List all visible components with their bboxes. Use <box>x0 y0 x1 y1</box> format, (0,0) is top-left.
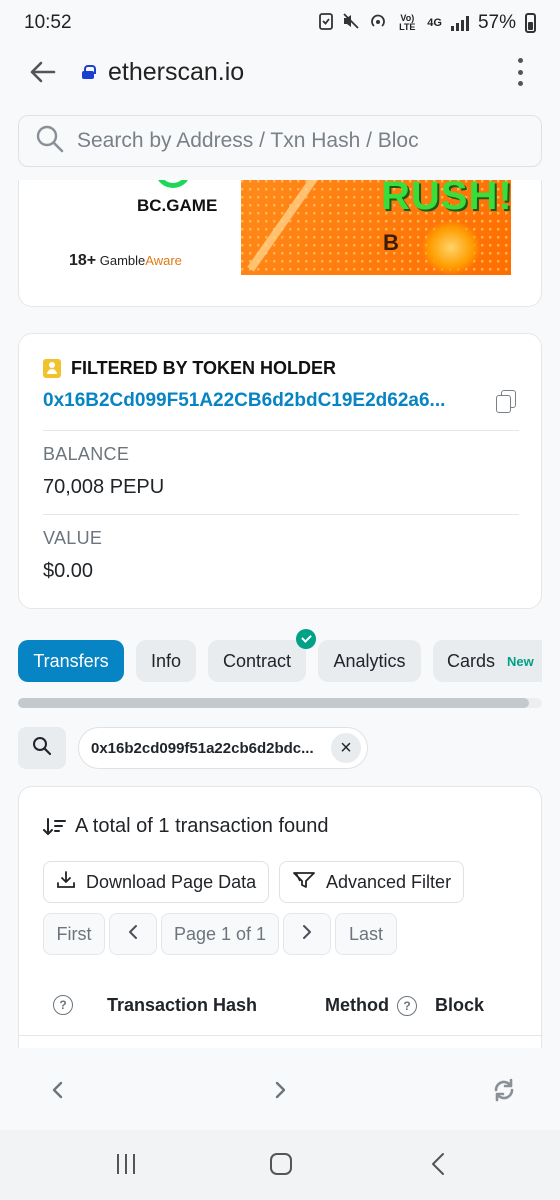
token-holder-card: FILTERED BY TOKEN HOLDER 0x16B2Cd099F51A… <box>18 333 542 609</box>
ad-banner-card[interactable]: BC.GAME 18+ GambleAware RUSH! B <box>18 180 542 307</box>
status-time: 10:52 <box>24 12 72 33</box>
holder-address-link[interactable]: 0x16B2Cd099F51A22CB6d2bdC19E2d62a6... <box>43 390 483 412</box>
new-badge: New <box>507 653 534 669</box>
tab-analytics[interactable]: Analytics <box>318 640 421 682</box>
browser-bottom-toolbar <box>0 1048 560 1130</box>
tab-contract[interactable]: Contract <box>208 640 306 682</box>
url-text: etherscan.io <box>108 57 245 86</box>
signal-icon <box>450 15 469 31</box>
value-label: VALUE <box>43 528 103 548</box>
back-arrow-icon[interactable] <box>22 52 62 92</box>
ad-brand-name: BC.GAME <box>137 196 218 215</box>
address-filter-chip: 0x16b2cd099f51a22cb6d2bdc... × <box>78 727 368 769</box>
browser-forward-icon[interactable] <box>260 1072 300 1108</box>
scrollbar-thumb[interactable] <box>18 698 529 708</box>
bc-game-logo <box>155 180 191 188</box>
pagination-prev-button[interactable] <box>109 913 157 955</box>
status-icons: Vo) LTE 4G 57% <box>319 12 536 34</box>
pagination-first-button[interactable]: First <box>43 913 105 955</box>
tab-cards[interactable]: Cards New <box>433 640 542 682</box>
advanced-filter-button[interactable]: Advanced Filter <box>279 861 465 903</box>
chevron-right-icon <box>301 924 313 945</box>
url-bar[interactable]: etherscan.io <box>82 58 244 87</box>
tabs-scrollbar[interactable] <box>18 698 542 708</box>
filter-chip-text: 0x16b2cd099f51a22cb6d2bdc... <box>91 739 314 757</box>
balance-value: 70,008 PEPU <box>43 476 165 498</box>
holder-title: FILTERED BY TOKEN HOLDER <box>43 358 336 379</box>
contact-card-icon <box>43 359 61 378</box>
ad-image: RUSH! B <box>241 180 511 275</box>
sort-icon <box>43 817 67 837</box>
tab-transfers[interactable]: Transfers <box>18 640 124 682</box>
browser-back-icon[interactable] <box>38 1072 78 1108</box>
info-column-header: ? <box>53 995 73 1015</box>
mute-icon <box>342 12 360 34</box>
site-search-box[interactable] <box>18 115 542 167</box>
age-notice: 18+ <box>69 252 97 269</box>
lock-icon <box>82 65 96 79</box>
close-icon[interactable]: × <box>331 733 361 763</box>
filter-icon <box>292 870 316 895</box>
gamble-aware-notice: 18+ GambleAware <box>69 252 182 270</box>
network-type: 4G <box>427 17 442 29</box>
column-header-block: Block <box>435 995 485 1015</box>
pagination-next-button[interactable] <box>283 913 331 955</box>
gamble-text: Gamble <box>99 253 146 268</box>
value-amount: $0.00 <box>43 560 94 582</box>
column-header-method: Method? <box>325 995 417 1016</box>
verified-check-icon <box>296 629 316 649</box>
clipboard-icon <box>319 12 334 34</box>
status-bar: 10:52 Vo) LTE 4G 57% <box>0 0 560 46</box>
battery-icon <box>525 13 536 33</box>
ad-brand-area: BC.GAME 18+ GambleAware <box>39 180 217 276</box>
balance-label: BALANCE <box>43 444 130 464</box>
recent-apps-icon[interactable] <box>106 1146 146 1182</box>
copy-icon[interactable] <box>495 390 517 413</box>
ad-headline: RUSH! <box>381 180 511 218</box>
holder-title-text: FILTERED BY TOKEN HOLDER <box>71 358 337 378</box>
token-tabs: Transfers Info Contract Analytics Cards N… <box>18 640 542 684</box>
question-icon[interactable]: ? <box>53 995 73 1015</box>
question-icon[interactable]: ? <box>396 995 417 1016</box>
transaction-count-text: A total of 1 transaction found <box>75 815 329 837</box>
refresh-icon[interactable] <box>484 1072 524 1108</box>
divider <box>43 430 519 431</box>
transactions-card: A total of 1 transaction found Download … <box>18 786 543 1066</box>
table-header-divider <box>19 1035 543 1036</box>
search-icon <box>32 736 52 761</box>
column-header-transaction-hash: Transaction Hash <box>107 995 258 1015</box>
pagination-last-button[interactable]: Last <box>335 913 397 955</box>
search-icon <box>35 124 65 159</box>
download-icon <box>56 870 76 895</box>
transaction-summary: A total of 1 transaction found <box>43 815 329 838</box>
search-input[interactable] <box>77 129 437 153</box>
filter-search-button[interactable] <box>18 727 66 769</box>
tab-info[interactable]: Info <box>136 640 196 682</box>
system-navigation-bar <box>0 1130 560 1200</box>
hotspot-icon <box>369 12 387 34</box>
home-icon[interactable] <box>261 1146 301 1182</box>
chevron-left-icon <box>127 924 139 945</box>
aware-text: Aware <box>145 253 182 268</box>
battery-percent: 57% <box>477 12 516 33</box>
system-back-icon[interactable] <box>418 1146 458 1182</box>
more-menu-icon[interactable] <box>510 54 530 90</box>
divider <box>43 514 519 515</box>
volte-label: Vo) LTE <box>399 13 416 32</box>
browser-toolbar: etherscan.io <box>0 46 560 98</box>
ad-letter: B <box>383 230 399 255</box>
download-page-data-button[interactable]: Download Page Data <box>43 861 270 903</box>
pagination-page-indicator: Page 1 of 1 <box>161 913 279 955</box>
